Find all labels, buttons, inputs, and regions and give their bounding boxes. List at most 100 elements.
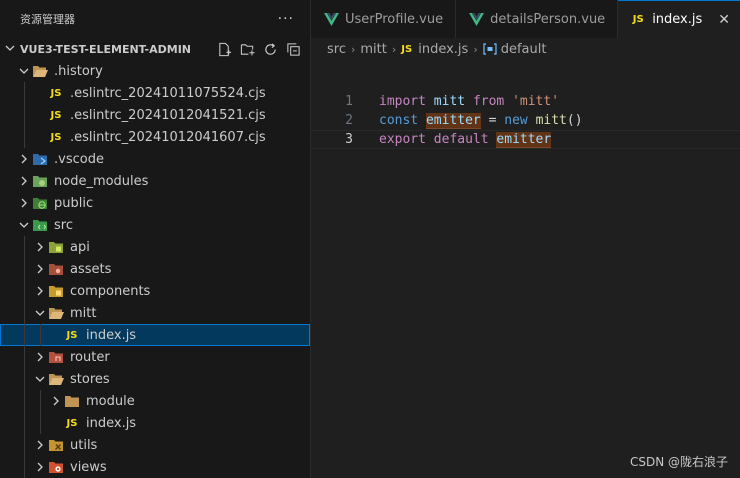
chevron-right-icon[interactable]: [16, 151, 32, 167]
refresh-icon[interactable]: [262, 41, 279, 58]
chevron-right-icon[interactable]: [16, 195, 32, 211]
tree-item-label: router: [70, 349, 110, 365]
tree-item-label: utils: [70, 437, 98, 453]
folder-item[interactable]: views: [0, 456, 310, 478]
folder-item[interactable]: node_modules: [0, 170, 310, 192]
folder-item[interactable]: .vscode: [0, 148, 310, 170]
file-item[interactable]: JS index.js: [0, 324, 310, 346]
line-number: 3: [345, 132, 353, 147]
code-editor[interactable]: 1 import mitt from 'mitt' 2 const emitter =…: [311, 92, 740, 149]
more-actions-button[interactable]: ···: [278, 11, 294, 27]
tree-item-label: mitt: [70, 305, 97, 321]
folder-item[interactable]: utils: [0, 434, 310, 456]
watermark: CSDN @陇右浪子: [629, 455, 728, 469]
code-token: const: [379, 113, 419, 128]
breadcrumb-src[interactable]: src: [327, 42, 346, 57]
folder-item[interactable]: assets: [0, 258, 310, 280]
indent-guide: [24, 280, 25, 302]
tab-index-js[interactable]: JS index.js ✕: [618, 0, 740, 38]
editor-tabs: UserProfile.vue detailsPerson.vue JS index.…: [311, 0, 740, 38]
chevron-down-icon[interactable]: [16, 63, 32, 79]
tab-label: index.js: [652, 12, 703, 27]
chevron-right-icon[interactable]: [32, 261, 48, 277]
breadcrumb-symbol[interactable]: default: [483, 42, 546, 57]
close-icon[interactable]: ✕: [718, 12, 730, 28]
code-token: new: [504, 113, 528, 128]
code-line: 3 export default emitter: [311, 130, 740, 149]
tree-item-label: node_modules: [54, 173, 149, 189]
collapse-all-icon[interactable]: [285, 41, 302, 58]
chevron-right-icon[interactable]: [32, 349, 48, 365]
indent-guide: [24, 434, 25, 456]
node-folder-icon: [32, 173, 48, 189]
symbol-variable-icon: [483, 43, 497, 55]
breadcrumb: src › mitt › JS index.js › default: [311, 38, 740, 60]
chevron-right-icon[interactable]: [16, 173, 32, 189]
folder-item[interactable]: src: [0, 214, 310, 236]
new-folder-icon[interactable]: [239, 41, 256, 58]
new-file-icon[interactable]: [216, 41, 233, 58]
folder-item[interactable]: public: [0, 192, 310, 214]
indent-guide: [24, 126, 25, 148]
file-item[interactable]: JS .eslintrc_20241011075524.cjs: [0, 82, 310, 104]
js-file-icon: JS: [632, 14, 644, 25]
indent-guide: [24, 346, 25, 368]
indent-guide: [40, 390, 41, 412]
vue-file-icon: [323, 11, 339, 27]
indent-guide: [24, 82, 25, 104]
file-item[interactable]: JS .eslintrc_20241012041607.cjs: [0, 126, 310, 148]
indent-guide: [24, 258, 25, 280]
tree-item-label: api: [70, 239, 90, 255]
js-file-icon: JS: [66, 417, 78, 429]
tab-detailsperson-vue[interactable]: detailsPerson.vue: [456, 0, 619, 38]
folder-item[interactable]: stores: [0, 368, 310, 390]
project-header[interactable]: VUE3-TEST-ELEMENT-ADMIN: [0, 38, 310, 60]
indent-guide: [40, 324, 41, 346]
line-number: 1: [345, 94, 353, 109]
folder-item[interactable]: module: [0, 390, 310, 412]
breadcrumb-file[interactable]: JS index.js: [401, 42, 468, 57]
tree-item-label: .eslintrc_20241011075524.cjs: [70, 85, 266, 101]
code-line: 2 const emitter = new mitt(): [311, 111, 740, 130]
indent-guide: [40, 412, 41, 434]
folder-item[interactable]: components: [0, 280, 310, 302]
chevron-right-icon[interactable]: [48, 393, 64, 409]
project-name: VUE3-TEST-ELEMENT-ADMIN: [20, 42, 191, 56]
chevron-down-icon[interactable]: [32, 305, 48, 321]
code-token: import: [379, 94, 426, 109]
file-item[interactable]: JS .eslintrc_20241012041521.cjs: [0, 104, 310, 126]
chevron-down-icon: [4, 42, 20, 57]
folder-item[interactable]: api: [0, 236, 310, 258]
indent-guide: [24, 412, 25, 434]
code-token: emitter: [496, 132, 552, 148]
project-actions: [216, 41, 310, 58]
components-folder-icon: [48, 283, 64, 299]
breadcrumb-mitt[interactable]: mitt: [360, 42, 386, 57]
chevron-right-icon[interactable]: [32, 283, 48, 299]
chevron-down-icon[interactable]: [32, 371, 48, 387]
folder-item[interactable]: router: [0, 346, 310, 368]
code-line: 1 import mitt from 'mitt': [311, 92, 740, 111]
tab-label: detailsPerson.vue: [490, 11, 606, 27]
api-folder-icon: [48, 239, 64, 255]
js-file-icon: JS: [50, 131, 62, 143]
line-number: 2: [345, 113, 353, 128]
router-folder-icon: [48, 349, 64, 365]
breadcrumb-file-label: index.js: [418, 41, 469, 57]
vue-file-icon: [468, 11, 484, 27]
chevron-right-icon[interactable]: [32, 437, 48, 453]
indent-guide: [24, 390, 25, 412]
utils-folder-icon: [48, 437, 64, 453]
folder-item[interactable]: mitt: [0, 302, 310, 324]
chevron-right-icon[interactable]: [32, 459, 48, 475]
js-file-icon: JS: [66, 329, 78, 341]
tab-userprofile-vue[interactable]: UserProfile.vue: [311, 0, 457, 38]
code-token: (): [566, 113, 583, 128]
folder-item[interactable]: .history: [0, 60, 310, 82]
chevron-down-icon[interactable]: [16, 217, 32, 233]
file-item[interactable]: JS index.js: [0, 412, 310, 434]
indent-guide: [24, 368, 25, 390]
indent-guide: [24, 456, 25, 478]
chevron-right-icon[interactable]: [32, 239, 48, 255]
